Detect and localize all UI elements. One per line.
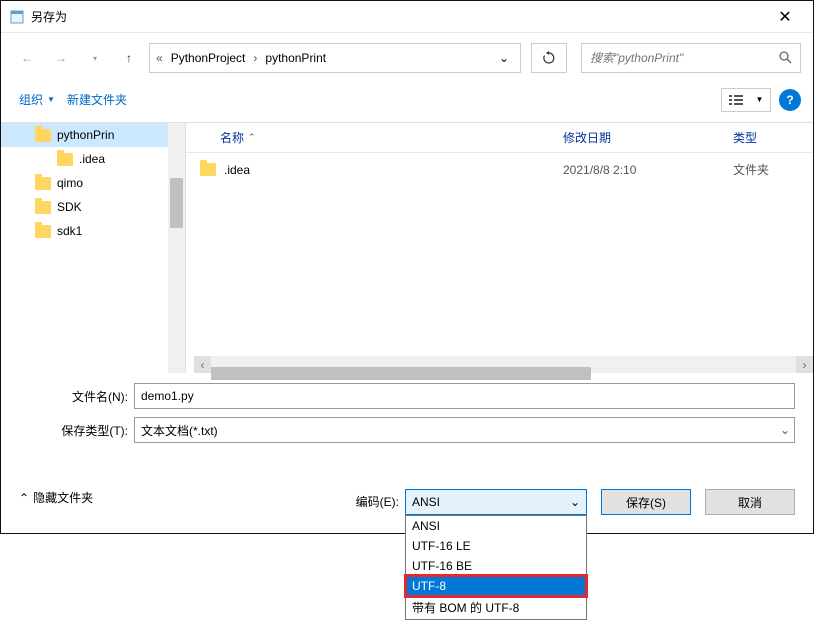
column-date[interactable]: 修改日期 [563, 129, 733, 146]
bottom-panel: 文件名(N): 保存类型(T): 文本文档(*.txt) ⌄ [1, 373, 813, 451]
search-icon[interactable] [778, 50, 792, 67]
encoding-option[interactable]: 带有 BOM 的 UTF-8 [406, 596, 586, 619]
scroll-left-icon[interactable]: ‹ [194, 356, 211, 373]
file-row[interactable]: .idea 2021/8/8 2:10文件夹 [186, 153, 813, 186]
filename-input[interactable] [134, 383, 795, 409]
navbar: ← → ▾ ↑ « PythonProject › pythonPrint ⌄ [1, 33, 813, 83]
cancel-button[interactable]: 取消 [705, 489, 795, 515]
view-mode-button[interactable]: ▼ [721, 88, 771, 112]
save-as-dialog: 另存为 ✕ ← → ▾ ↑ « PythonProject › pythonPr… [0, 0, 814, 534]
dialog-title: 另存为 [31, 8, 765, 25]
filename-label: 文件名(N): [19, 388, 134, 405]
file-list: 名称 ⌃ 修改日期 类型 .idea 2021/8/8 2:10文件夹 ‹ › [186, 123, 813, 373]
tree-scrollbar[interactable] [168, 123, 185, 373]
encoding-select[interactable]: ANSI ⌄ ANSIUTF-16 LEUTF-16 BEUTF-8带有 BOM… [405, 489, 587, 515]
chevron-up-icon: ⌃ [19, 491, 29, 505]
tree-item[interactable]: sdk1 [1, 219, 185, 243]
tree-item[interactable]: pythonPrin [1, 123, 185, 147]
encoding-dropdown-list: ANSIUTF-16 LEUTF-16 BEUTF-8带有 BOM 的 UTF-… [405, 515, 587, 620]
encoding-option[interactable]: UTF-8 [406, 576, 586, 596]
filetype-row: 保存类型(T): 文本文档(*.txt) ⌄ [19, 417, 795, 443]
breadcrumb[interactable]: « PythonProject › pythonPrint ⌄ [149, 43, 521, 73]
search-field[interactable] [590, 51, 778, 65]
sort-arrow-icon: ⌃ [248, 132, 256, 143]
encoding-option[interactable]: UTF-16 LE [406, 536, 586, 556]
column-name[interactable]: 名称 ⌃ [196, 129, 563, 146]
breadcrumb-seg-1[interactable]: PythonProject [167, 51, 250, 65]
close-button[interactable]: ✕ [765, 3, 805, 31]
view-list-icon [729, 94, 743, 106]
chevron-down-icon: ▼ [47, 95, 55, 104]
hide-folders-toggle[interactable]: ⌃ 隐藏文件夹 [19, 489, 93, 506]
file-date: 2021/8/8 2:10 [563, 163, 733, 177]
back-button[interactable]: ← [13, 44, 41, 72]
breadcrumb-seg-2[interactable]: pythonPrint [261, 51, 330, 65]
encoding-option[interactable]: UTF-16 BE [406, 556, 586, 576]
path-prefix-icon: « [156, 51, 163, 65]
folder-tree: pythonPrin .idea qimo SDK sdk1 [1, 123, 186, 373]
file-list-header: 名称 ⌃ 修改日期 类型 [186, 123, 813, 153]
scroll-right-icon[interactable]: › [796, 356, 813, 373]
search-input[interactable] [581, 43, 801, 73]
horizontal-scrollbar[interactable]: ‹ › [194, 356, 813, 373]
column-type[interactable]: 类型 [733, 129, 803, 146]
chevron-down-icon: ▼ [756, 95, 764, 104]
folder-icon [57, 153, 73, 166]
folder-icon [35, 129, 51, 142]
forward-button[interactable]: → [47, 44, 75, 72]
folder-icon [35, 225, 51, 238]
filetype-label: 保存类型(T): [19, 422, 134, 439]
refresh-button[interactable] [531, 43, 567, 73]
tree-item-label: SDK [57, 200, 82, 214]
file-type: 文件夹 [733, 161, 803, 178]
folder-icon [35, 177, 51, 190]
filename-row: 文件名(N): [19, 383, 795, 409]
file-name: .idea [224, 163, 250, 177]
tree-item-label: .idea [79, 152, 105, 166]
chevron-right-icon: › [253, 51, 257, 65]
titlebar: 另存为 ✕ [1, 1, 813, 33]
tree-item[interactable]: .idea [1, 147, 185, 171]
tree-item-label: sdk1 [57, 224, 82, 238]
encoding-field[interactable]: ANSI ⌄ [405, 489, 587, 515]
tree-item-label: qimo [57, 176, 83, 190]
filetype-select[interactable]: 文本文档(*.txt) ⌄ [134, 417, 795, 443]
chevron-down-icon: ⌄ [780, 423, 790, 437]
toolbar: 组织 ▼ 新建文件夹 ▼ ? [1, 83, 813, 123]
footer: ⌃ 隐藏文件夹 编码(E): ANSI ⌄ ANSIUTF-16 LEUTF-1… [1, 471, 813, 533]
app-icon [9, 9, 25, 25]
save-button[interactable]: 保存(S) [601, 489, 691, 515]
encoding-option[interactable]: ANSI [406, 516, 586, 536]
path-dropdown-icon[interactable]: ⌄ [494, 51, 514, 65]
tree-item-label: pythonPrin [57, 128, 114, 142]
up-button[interactable]: ↑ [115, 44, 143, 72]
recent-dropdown-icon[interactable]: ▾ [81, 44, 109, 72]
organize-button[interactable]: 组织 ▼ [13, 87, 61, 112]
folder-icon [200, 163, 216, 176]
folder-icon [35, 201, 51, 214]
new-folder-button[interactable]: 新建文件夹 [61, 87, 133, 112]
chevron-down-icon: ⌄ [570, 495, 580, 509]
encoding-label: 编码(E): [356, 493, 399, 510]
help-button[interactable]: ? [779, 89, 801, 111]
main-area: pythonPrin .idea qimo SDK sdk1 名称 ⌃ 修改日期 类型 … [1, 123, 813, 373]
tree-item[interactable]: qimo [1, 171, 185, 195]
tree-item[interactable]: SDK [1, 195, 185, 219]
